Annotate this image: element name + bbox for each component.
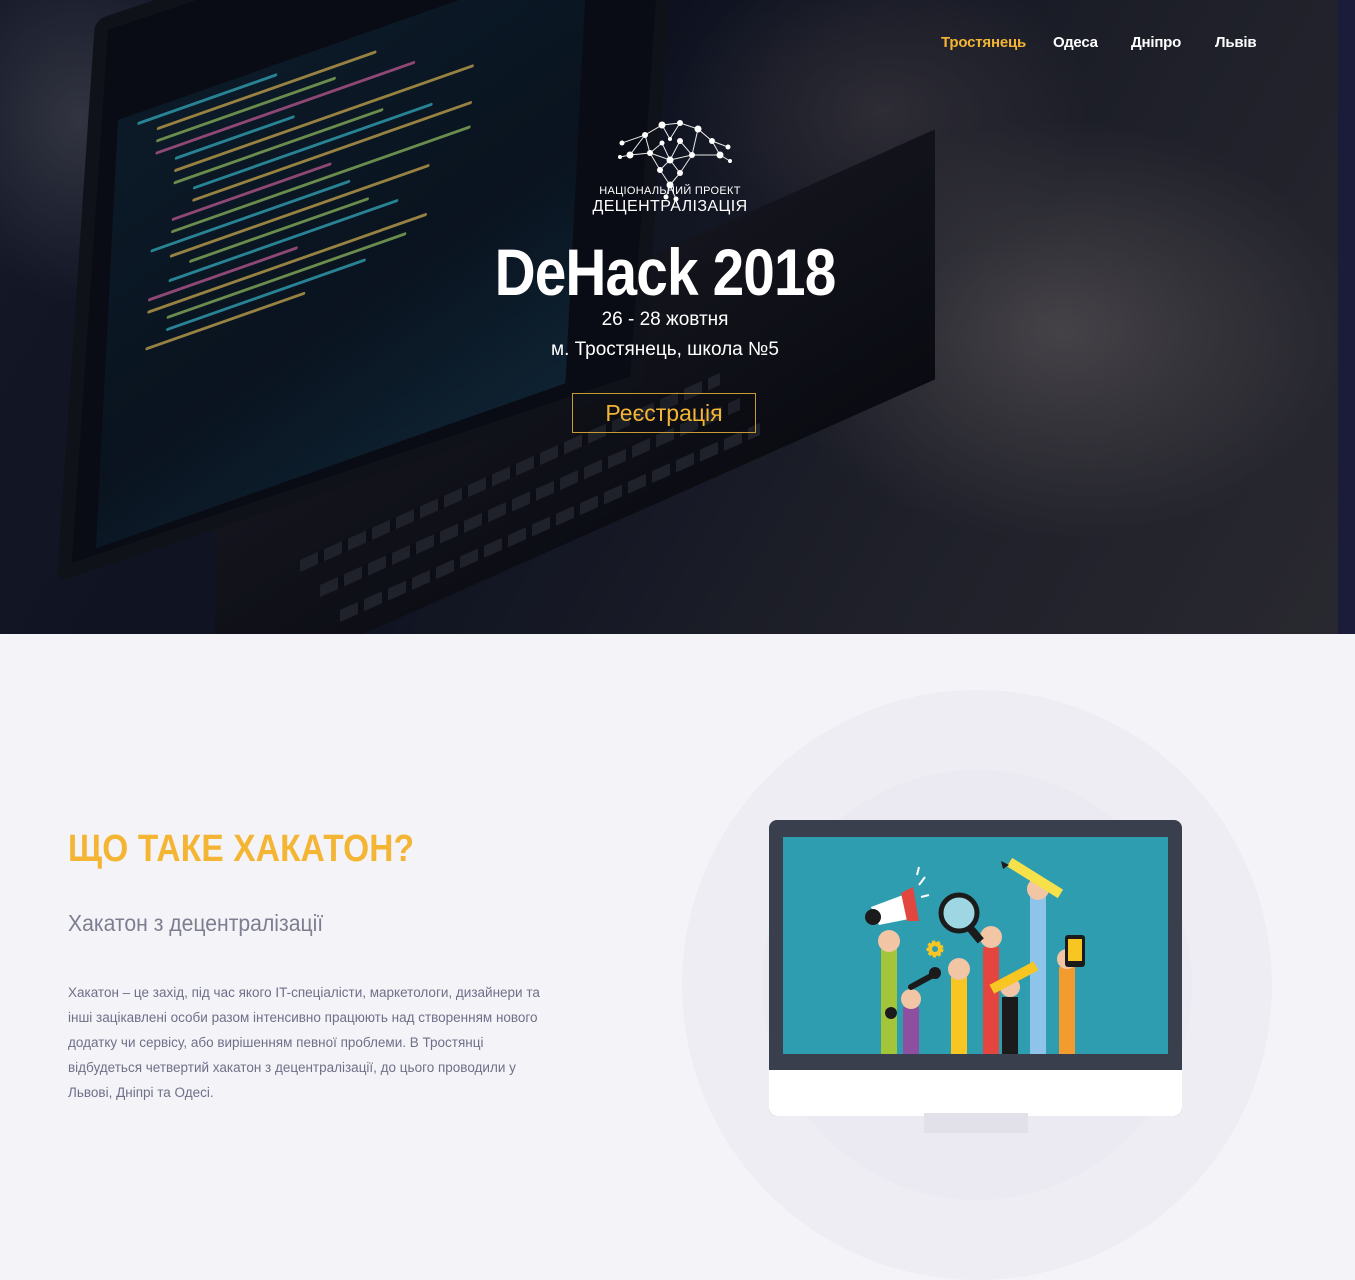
raised-hands-tools-icon: [865, 857, 1085, 1054]
event-location: м. Тростянець, школа №5: [551, 339, 779, 360]
nav-item-lviv[interactable]: Львів: [1215, 34, 1257, 51]
logo-caption-top: НАЦІОНАЛЬНИЙ ПРОЕКТ: [599, 185, 741, 197]
nav-item-odesa[interactable]: Одеса: [1053, 34, 1098, 51]
nav-item-trostianets[interactable]: Тростянець: [941, 34, 1026, 51]
city-nav: Тростянець Одеса Дніпро Львів: [0, 34, 1338, 58]
hero-side-strip: [1338, 0, 1355, 634]
monitor-screen: [783, 837, 1168, 1054]
section-title: ЩО ТАКЕ ХАКАТОН?: [68, 828, 415, 870]
nav-item-dnipro[interactable]: Дніпро: [1131, 34, 1181, 51]
monitor-illustration: [769, 820, 1182, 1116]
monitor-stand: [924, 1113, 1028, 1133]
register-button[interactable]: Реєстрація: [572, 393, 756, 433]
event-title: DeHack 2018: [494, 235, 837, 309]
monitor-chin: [769, 1070, 1182, 1116]
section-description: Хакатон – це захід, під час якого IT-спе…: [68, 985, 540, 1100]
hero-banner: Тростянець Одеса Дніпро Львів НАЦІОНАЛЬН…: [0, 0, 1338, 634]
event-date: 26 - 28 жовтня: [601, 309, 729, 330]
logo-caption-main: ДЕЦЕНТРАЛІЗАЦІЯ: [592, 198, 748, 215]
section-subtitle: Хакатон з децентралізації: [68, 910, 324, 936]
